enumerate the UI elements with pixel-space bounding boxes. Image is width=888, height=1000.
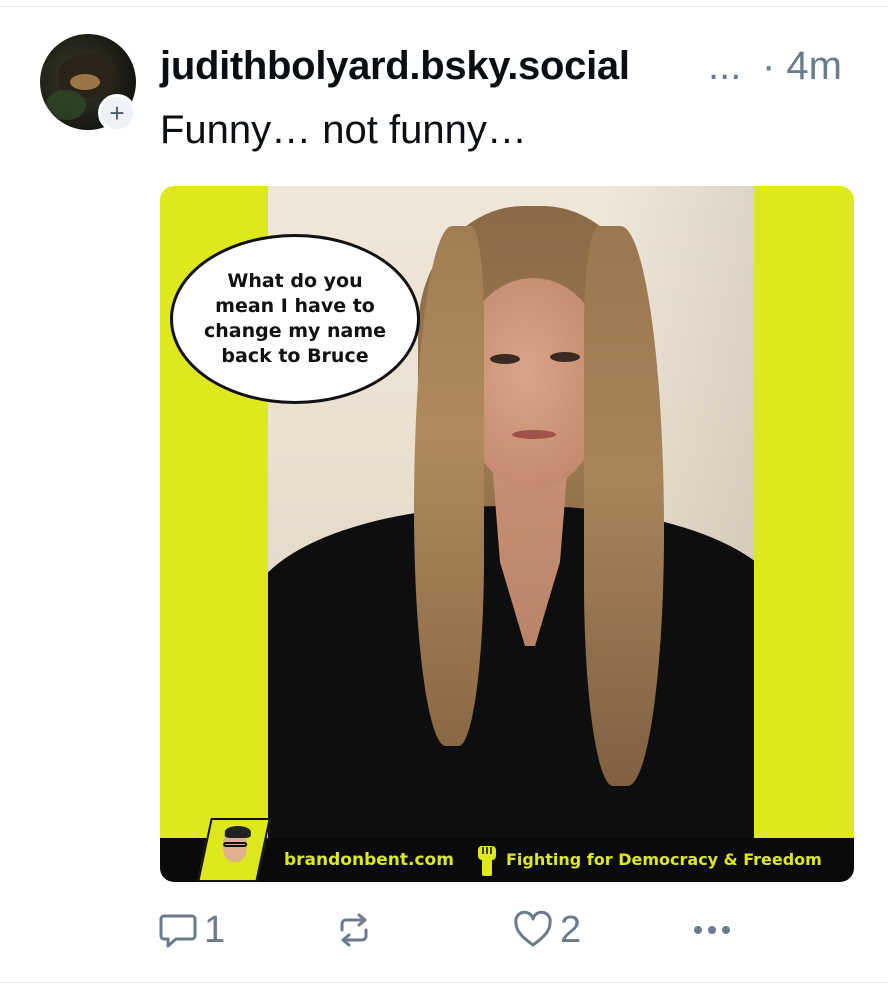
avatar-shape xyxy=(70,74,100,90)
reply-count: 1 xyxy=(204,908,226,951)
embedded-image[interactable]: What do you mean I have to change my nam… xyxy=(160,186,854,882)
photo-mouth xyxy=(512,430,556,439)
repost-icon xyxy=(340,913,368,947)
like-button[interactable]: 2 xyxy=(512,900,581,960)
more-icon xyxy=(694,926,730,934)
raised-fist-icon xyxy=(478,846,496,876)
speech-bubble: What do you mean I have to change my nam… xyxy=(170,234,420,404)
portrait-hair xyxy=(224,826,251,838)
follow-plus-icon[interactable]: + xyxy=(98,94,136,132)
handle-overflow-ellipsis: ... xyxy=(708,44,742,88)
avatar-shape xyxy=(46,90,86,120)
like-icon xyxy=(514,910,552,947)
speech-bubble-text: What do you mean I have to change my nam… xyxy=(203,270,387,367)
top-divider xyxy=(0,0,888,7)
like-count: 2 xyxy=(560,908,582,951)
post-timestamp[interactable]: · 4m xyxy=(762,44,842,89)
reply-icon xyxy=(159,914,197,948)
photo-eye xyxy=(490,354,520,364)
bottom-divider xyxy=(0,982,888,983)
photo-eye xyxy=(550,352,580,362)
portrait-glasses xyxy=(223,842,248,847)
author-handle[interactable]: judithbolyard.bsky.social xyxy=(160,44,630,89)
footer-slogan: Fighting for Democracy & Freedom xyxy=(506,850,822,869)
post-actions: 1 2 xyxy=(0,900,888,960)
more-options-button[interactable] xyxy=(690,900,734,960)
reply-button[interactable]: 1 xyxy=(158,900,225,960)
repost-button[interactable] xyxy=(334,900,380,960)
post-text: Funny… not funny… xyxy=(160,108,527,152)
footer-site: brandonbent.com xyxy=(284,850,454,870)
